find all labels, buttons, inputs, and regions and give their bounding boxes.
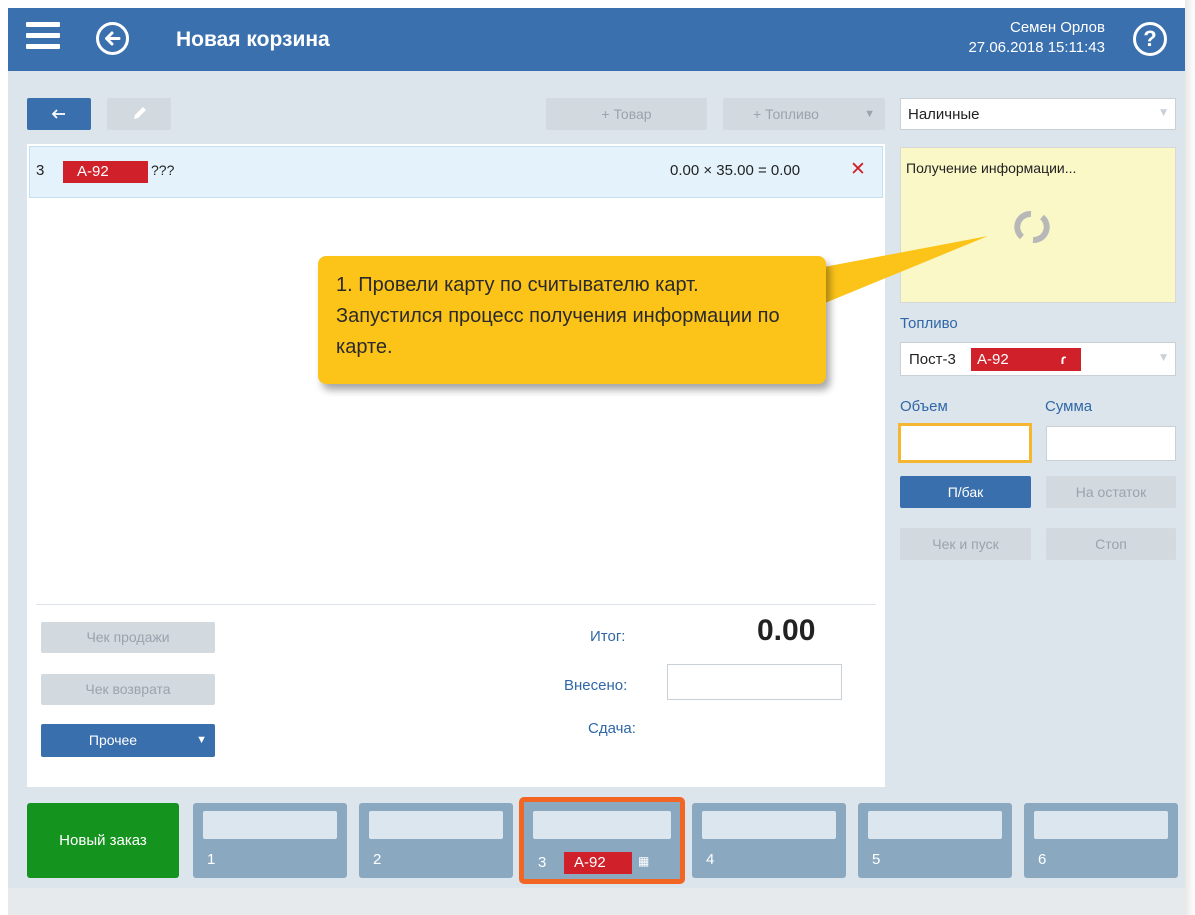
left-arrow-icon xyxy=(51,109,65,119)
tab-bar xyxy=(868,811,1002,839)
row-fuel-tag: А-92 xyxy=(63,161,148,183)
remainder-button[interactable]: На остаток xyxy=(1046,476,1176,508)
fuel-tag: А-92 ɾ xyxy=(971,348,1081,371)
tab-fuel-tag: А-92 xyxy=(564,852,632,874)
chevron-down-icon: ▼ xyxy=(1160,353,1167,363)
app-window: Новая корзина Семен Орлов 27.06.2018 15:… xyxy=(8,8,1185,915)
fuel-post: Пост-3 xyxy=(909,351,956,368)
full-tank-button[interactable]: П/бак xyxy=(900,476,1031,508)
chevron-down-icon: ▼ xyxy=(196,734,207,746)
tab-bar xyxy=(203,811,337,839)
row-calc: 0.00 × 35.00 = 0.00 xyxy=(670,162,801,179)
back-arrow-icon[interactable] xyxy=(96,22,129,55)
order-tab-4[interactable]: 4 xyxy=(692,803,846,878)
sum-input[interactable] xyxy=(1046,426,1176,461)
pencil-icon xyxy=(134,107,146,119)
order-tab-1[interactable]: 1 xyxy=(193,803,347,878)
return-receipt-button[interactable]: Чек возврата xyxy=(41,674,215,705)
page-title: Новая корзина xyxy=(176,28,330,51)
receipt-start-button[interactable]: Чек и пуск xyxy=(900,528,1031,560)
new-order-button[interactable]: Новый заказ xyxy=(27,803,179,878)
add-fuel-button[interactable]: + Топливо ▼ xyxy=(723,98,885,130)
payment-select[interactable]: Наличные ▼ xyxy=(900,98,1176,130)
loading-spinner-icon xyxy=(1014,211,1050,243)
tab-number: 5 xyxy=(872,851,881,868)
user-info: Семен Орлов 27.06.2018 15:11:43 xyxy=(968,18,1105,58)
basket-row[interactable]: 3 А-92 ??? 0.00 × 35.00 = 0.00 ✕ xyxy=(29,146,883,198)
total-value: 0.00 xyxy=(757,614,816,647)
fuel-name: А-92 xyxy=(977,351,1009,368)
other-label: Прочее xyxy=(88,732,138,748)
sale-receipt-button[interactable]: Чек продажи xyxy=(41,622,215,653)
tab-bar xyxy=(702,811,836,839)
fuel-nozzle-icon: ɾ xyxy=(1060,351,1066,367)
datetime: 27.06.2018 15:11:43 xyxy=(968,39,1105,56)
paid-label: Внесено: xyxy=(564,677,628,694)
order-tab-3-active[interactable]: 3 А-92 ▦ xyxy=(519,797,685,884)
tab-number: 2 xyxy=(373,851,382,868)
row-name: ??? xyxy=(151,162,175,178)
payment-selected: Наличные xyxy=(908,106,980,123)
volume-label: Объем xyxy=(900,398,948,415)
status-strip xyxy=(8,888,1185,915)
add-product-button[interactable]: + Товар xyxy=(546,98,707,130)
tab-number: 1 xyxy=(207,851,216,868)
menu-icon[interactable] xyxy=(26,22,60,52)
chevron-down-icon: ▼ xyxy=(864,108,875,120)
order-tab-5[interactable]: 5 xyxy=(858,803,1012,878)
paid-input[interactable] xyxy=(667,664,842,700)
info-text: Получение информации... xyxy=(906,160,1077,176)
sum-label: Сумма xyxy=(1045,398,1093,415)
order-tab-6[interactable]: 6 xyxy=(1024,803,1178,878)
annotation-callout: 1. Провели карту по считывателю карт. За… xyxy=(318,256,826,384)
other-button[interactable]: Прочее ▼ xyxy=(41,724,215,757)
add-fuel-label: + Топливо xyxy=(753,106,819,122)
stop-button[interactable]: Стоп xyxy=(1046,528,1176,560)
volume-input[interactable] xyxy=(898,423,1032,463)
tab-number: 4 xyxy=(706,851,715,868)
row-pump: 3 xyxy=(36,162,45,179)
basket-panel: 3 А-92 ??? 0.00 × 35.00 = 0.00 ✕ Чек про… xyxy=(27,144,885,787)
divider xyxy=(36,604,876,605)
user-name: Семен Орлов xyxy=(1009,19,1105,36)
callout-pointer xyxy=(808,236,988,310)
page-shadow xyxy=(1185,0,1195,915)
tab-number: 3 xyxy=(538,854,547,871)
chevron-down-icon: ▼ xyxy=(1160,108,1167,118)
tab-bar xyxy=(533,811,671,839)
tab-bar xyxy=(369,811,503,839)
back-button[interactable] xyxy=(27,98,91,130)
top-bar: Новая корзина Семен Орлов 27.06.2018 15:… xyxy=(8,8,1185,71)
edit-button[interactable] xyxy=(107,98,171,130)
help-icon[interactable]: ? xyxy=(1133,22,1167,56)
remove-icon[interactable]: ✕ xyxy=(850,158,866,180)
order-tab-2[interactable]: 2 xyxy=(359,803,513,878)
basket-icon: ▦ xyxy=(638,854,650,868)
tab-number: 6 xyxy=(1038,851,1047,868)
tab-bar xyxy=(1034,811,1168,839)
total-label: Итог: xyxy=(590,628,626,645)
change-label: Сдача: xyxy=(588,720,636,737)
